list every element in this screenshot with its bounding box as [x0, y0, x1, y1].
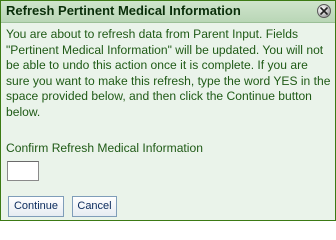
- continue-button[interactable]: Continue: [8, 196, 64, 217]
- close-icon[interactable]: [317, 4, 331, 18]
- dialog-message: You are about to refresh data from Paren…: [6, 27, 331, 119]
- dialog-titlebar[interactable]: Refresh Pertinent Medical Information: [1, 1, 335, 23]
- refresh-dialog: Refresh Pertinent Medical Information Yo…: [0, 0, 336, 221]
- cancel-button[interactable]: Cancel: [72, 196, 117, 217]
- close-x-glyph: [320, 7, 328, 15]
- confirm-input[interactable]: [7, 161, 39, 181]
- confirm-label: Confirm Refresh Medical Information: [6, 141, 203, 155]
- dialog-title: Refresh Pertinent Medical Information: [6, 3, 241, 18]
